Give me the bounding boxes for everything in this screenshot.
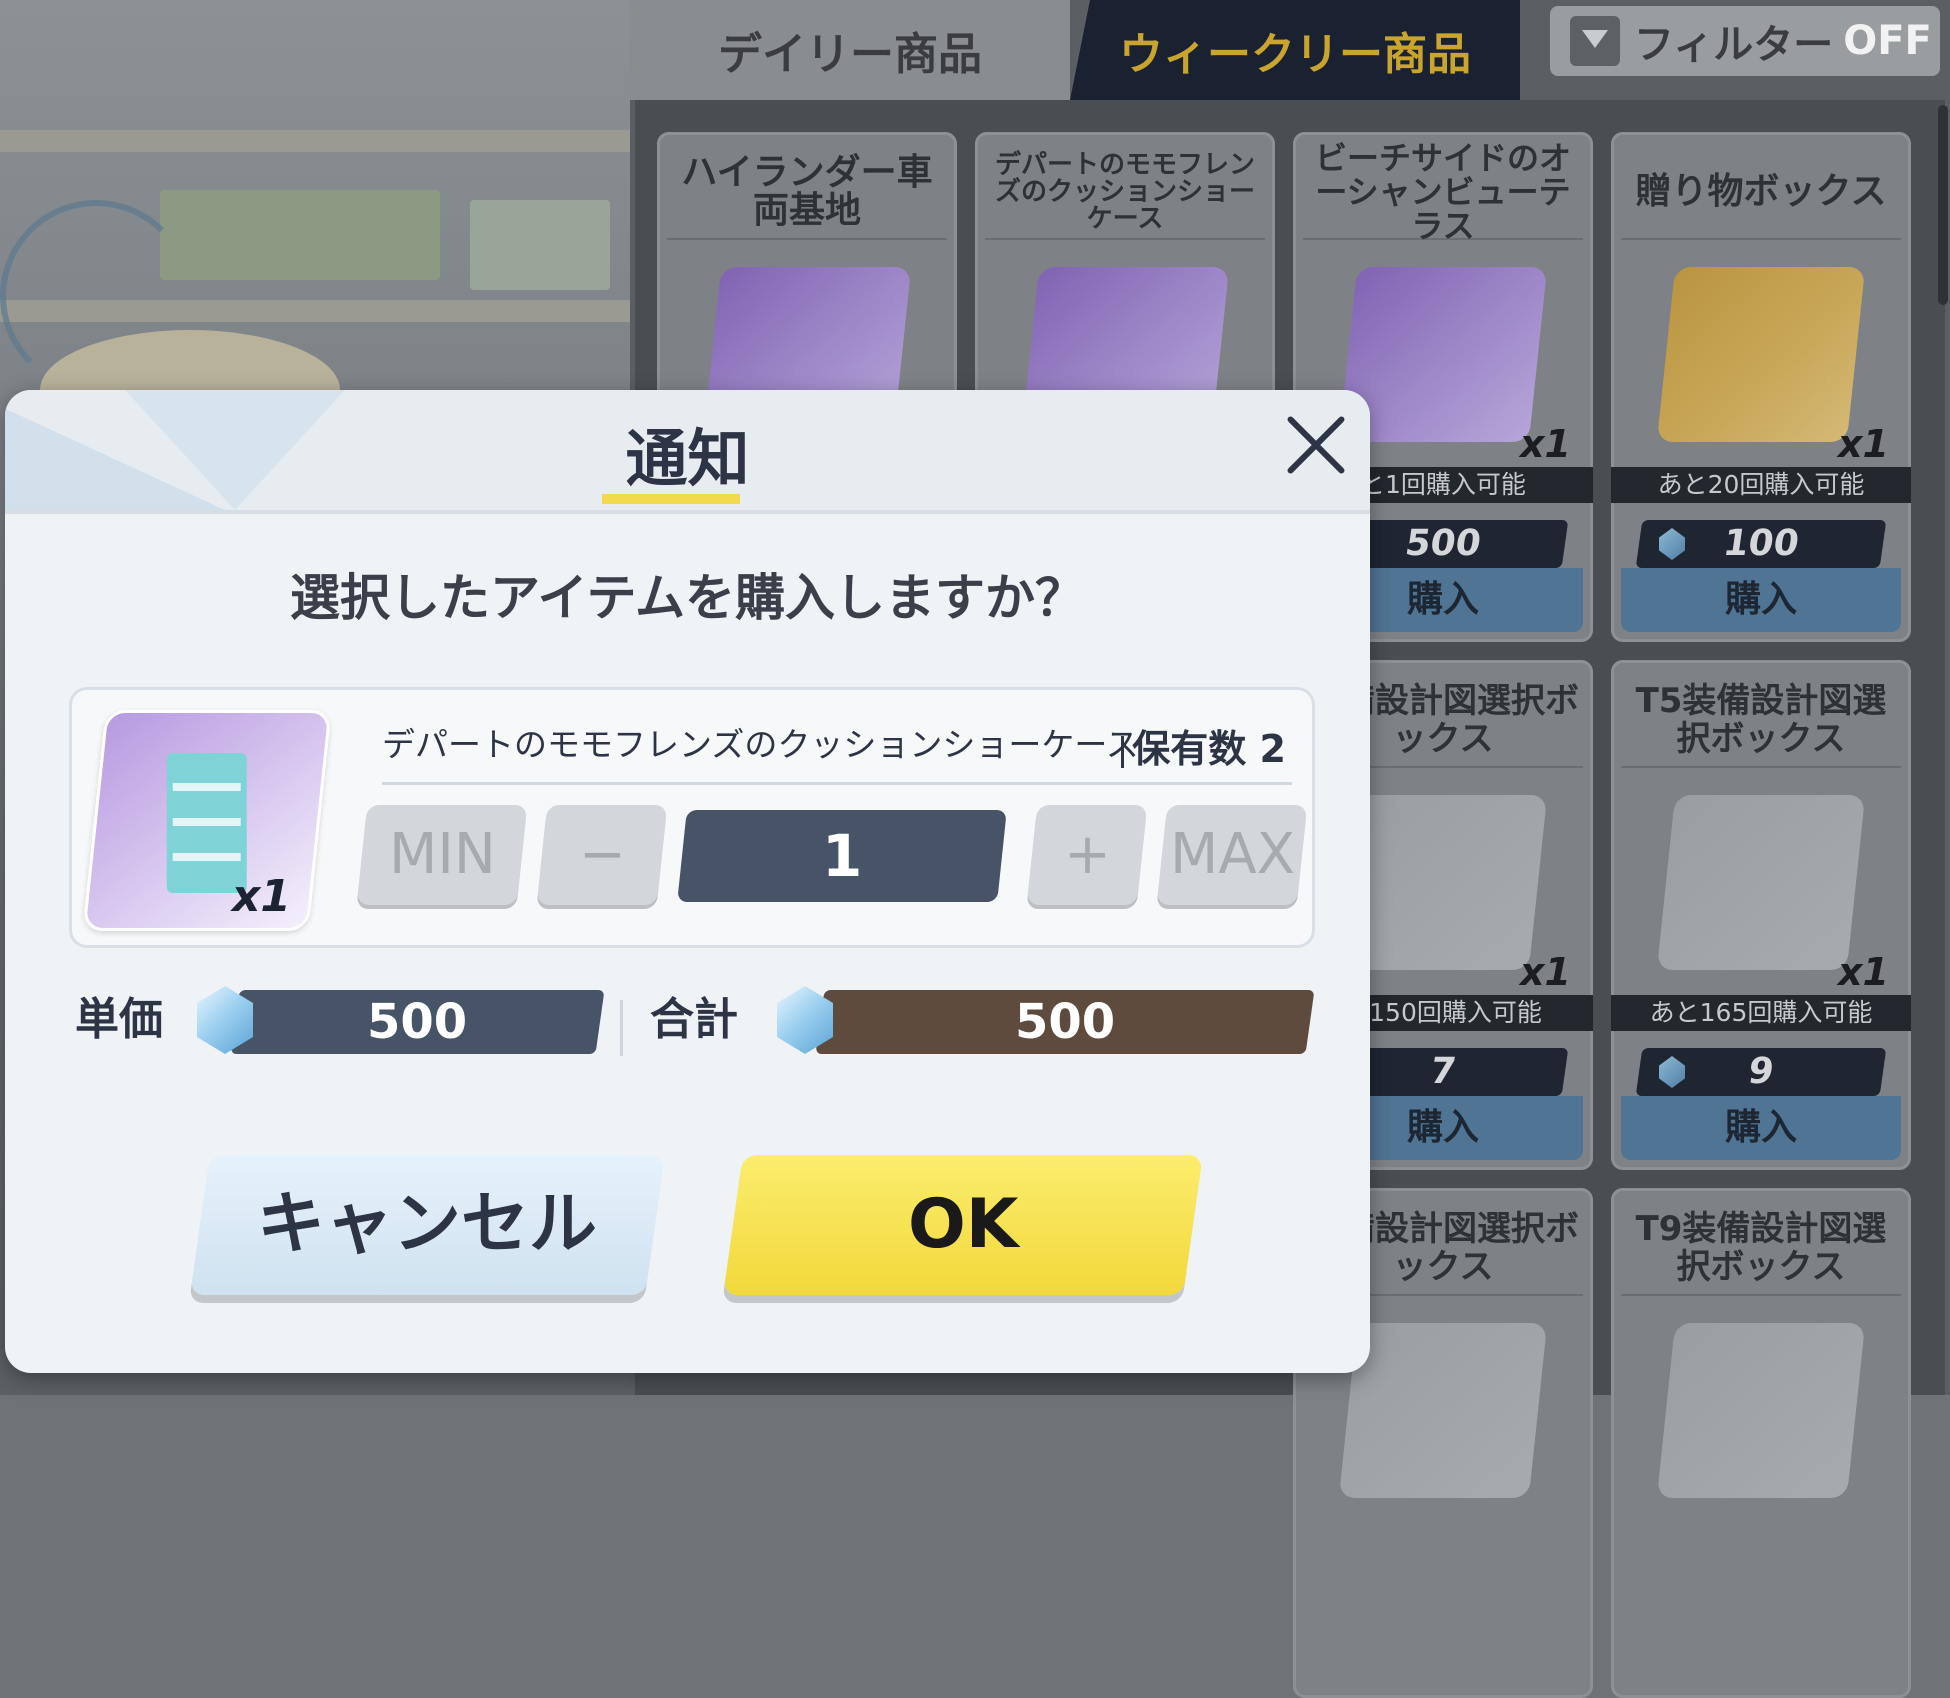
total-price-value: 500	[815, 990, 1315, 1054]
filter-state: OFF	[1843, 18, 1932, 64]
owned-count: 保有数 2	[1121, 718, 1286, 773]
price-separator	[620, 1000, 623, 1056]
gift-box-image	[1656, 267, 1866, 442]
card-qty: x1	[1520, 950, 1571, 994]
gem-icon	[1659, 1056, 1685, 1088]
item-image	[1656, 795, 1866, 970]
dialog-title: 通知	[625, 422, 750, 495]
shop-card[interactable]: T9装備設計図選択ボックス	[1611, 1188, 1911, 1698]
item-detail-panel: x1 デパートのモモフレンズのクッションショーケース 保有数 2 MIN − 1…	[69, 687, 1315, 948]
card-title: デパートのモモフレンズのクッションショーケース	[985, 146, 1265, 240]
card-remaining: あと20回購入可能	[1611, 467, 1911, 503]
item-qty: x1	[232, 871, 292, 922]
buy-button[interactable]: 購入	[1621, 568, 1901, 632]
filter-label: フィルター	[1634, 22, 1834, 68]
shop-card[interactable]: T5装備設計図選択ボックス x1 あと165回購入可能 9 購入	[1611, 660, 1911, 1170]
item-image	[1338, 1323, 1548, 1498]
title-underline	[602, 494, 740, 504]
divider	[382, 782, 1292, 785]
card-qty: x1	[1520, 422, 1571, 466]
shop-scrollbar[interactable]	[1938, 105, 1948, 305]
background-shelf	[0, 130, 630, 152]
max-quantity-button[interactable]: MAX	[1156, 805, 1308, 905]
unit-price-value: 500	[230, 990, 605, 1054]
total-price-label: 合計	[650, 994, 738, 1045]
filter-button[interactable]: フィルター OFF	[1550, 6, 1940, 76]
background-shelf-goods	[470, 200, 610, 290]
gem-icon	[1659, 528, 1685, 560]
owned-label: 保有数	[1132, 727, 1247, 771]
card-title: 贈り物ボックス	[1621, 146, 1901, 240]
purchase-confirm-dialog: 通知 選択したアイテムを購入しますか？ x1 デパートのモモフレンズのクッション…	[5, 390, 1370, 1373]
card-price: 100	[1635, 520, 1887, 568]
min-quantity-button[interactable]: MIN	[356, 805, 528, 905]
item-thumbnail: x1	[82, 710, 332, 931]
card-title: ビーチサイドのオーシャンビューテラス	[1303, 141, 1583, 243]
item-image	[1338, 795, 1548, 970]
shop-card[interactable]: 贈り物ボックス x1 あと20回購入可能 100 購入	[1611, 132, 1911, 642]
tab-weekly-items[interactable]: ウィークリー商品	[1070, 0, 1520, 100]
tab-daily-items[interactable]: デイリー商品	[630, 0, 1070, 100]
decrease-quantity-button[interactable]: −	[536, 805, 668, 905]
buy-button[interactable]: 購入	[1621, 1096, 1901, 1160]
increase-quantity-button[interactable]: +	[1026, 805, 1148, 905]
unit-price-label: 単価	[75, 994, 163, 1045]
filter-icon	[1570, 16, 1620, 66]
card-price: 9	[1635, 1048, 1887, 1096]
item-name: デパートのモモフレンズのクッションショーケース	[382, 725, 1139, 764]
card-remaining: あと165回購入可能	[1611, 995, 1911, 1031]
cancel-button[interactable]: キャンセル	[190, 1155, 665, 1295]
card-qty: x1	[1838, 950, 1889, 994]
card-title: ハイランダー車両基地	[667, 146, 947, 240]
background-shelf-goods	[160, 190, 440, 280]
quantity-value: 1	[677, 810, 1007, 902]
confirm-question: 選択したアイテムを購入しますか？	[290, 569, 1085, 627]
owned-value: 2	[1259, 727, 1286, 771]
dialog-header: 通知	[5, 390, 1370, 514]
item-image	[1656, 1323, 1866, 1498]
shop-tabs: デイリー商品 ウィークリー商品 フィルター OFF	[630, 0, 1950, 100]
card-title: T9装備設計図選択ボックス	[1621, 1202, 1901, 1296]
close-icon[interactable]	[1280, 410, 1350, 480]
item-image	[1338, 267, 1548, 442]
card-qty: x1	[1838, 422, 1889, 466]
ok-button[interactable]: OK	[723, 1155, 1203, 1295]
price-row: 単価 500 合計 500	[5, 980, 1370, 1060]
card-title: T5装備設計図選択ボックス	[1621, 674, 1901, 768]
